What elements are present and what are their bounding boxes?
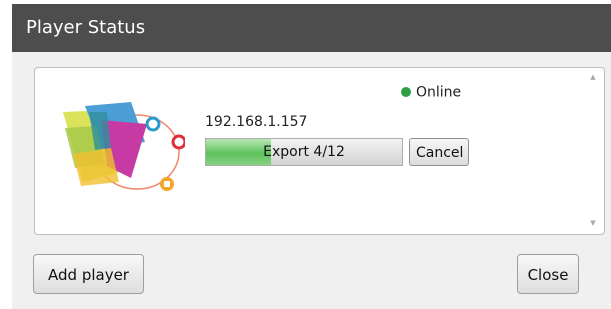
scroll-down-arrow-icon[interactable]: ▼ xyxy=(588,218,598,228)
player-list[interactable]: ▲ ▼ Online 192.168.1.157 Export 4/12 Can… xyxy=(34,67,605,235)
player-app-logo-icon xyxy=(63,102,185,191)
cancel-export-button[interactable]: Cancel xyxy=(409,138,469,166)
online-status-dot-icon xyxy=(401,86,411,97)
player-status-window: Player Status ▲ ▼ Online 192.168.1.157 E… xyxy=(12,4,611,309)
window-title: Player Status xyxy=(26,17,146,38)
status-label: Online xyxy=(416,84,462,101)
title-bar: Player Status xyxy=(12,4,611,52)
status-indicator: Online xyxy=(401,82,461,102)
export-progress-bar: Export 4/12 xyxy=(205,138,403,166)
close-button[interactable]: Close xyxy=(517,254,579,294)
player-card: Online 192.168.1.157 Export 4/12 Cancel xyxy=(47,78,527,198)
scroll-up-arrow-icon[interactable]: ▲ xyxy=(588,72,598,82)
player-ip-address: 192.168.1.157 xyxy=(205,114,308,130)
add-player-button[interactable]: Add player xyxy=(33,254,144,294)
export-progress-label: Export 4/12 xyxy=(263,144,345,160)
